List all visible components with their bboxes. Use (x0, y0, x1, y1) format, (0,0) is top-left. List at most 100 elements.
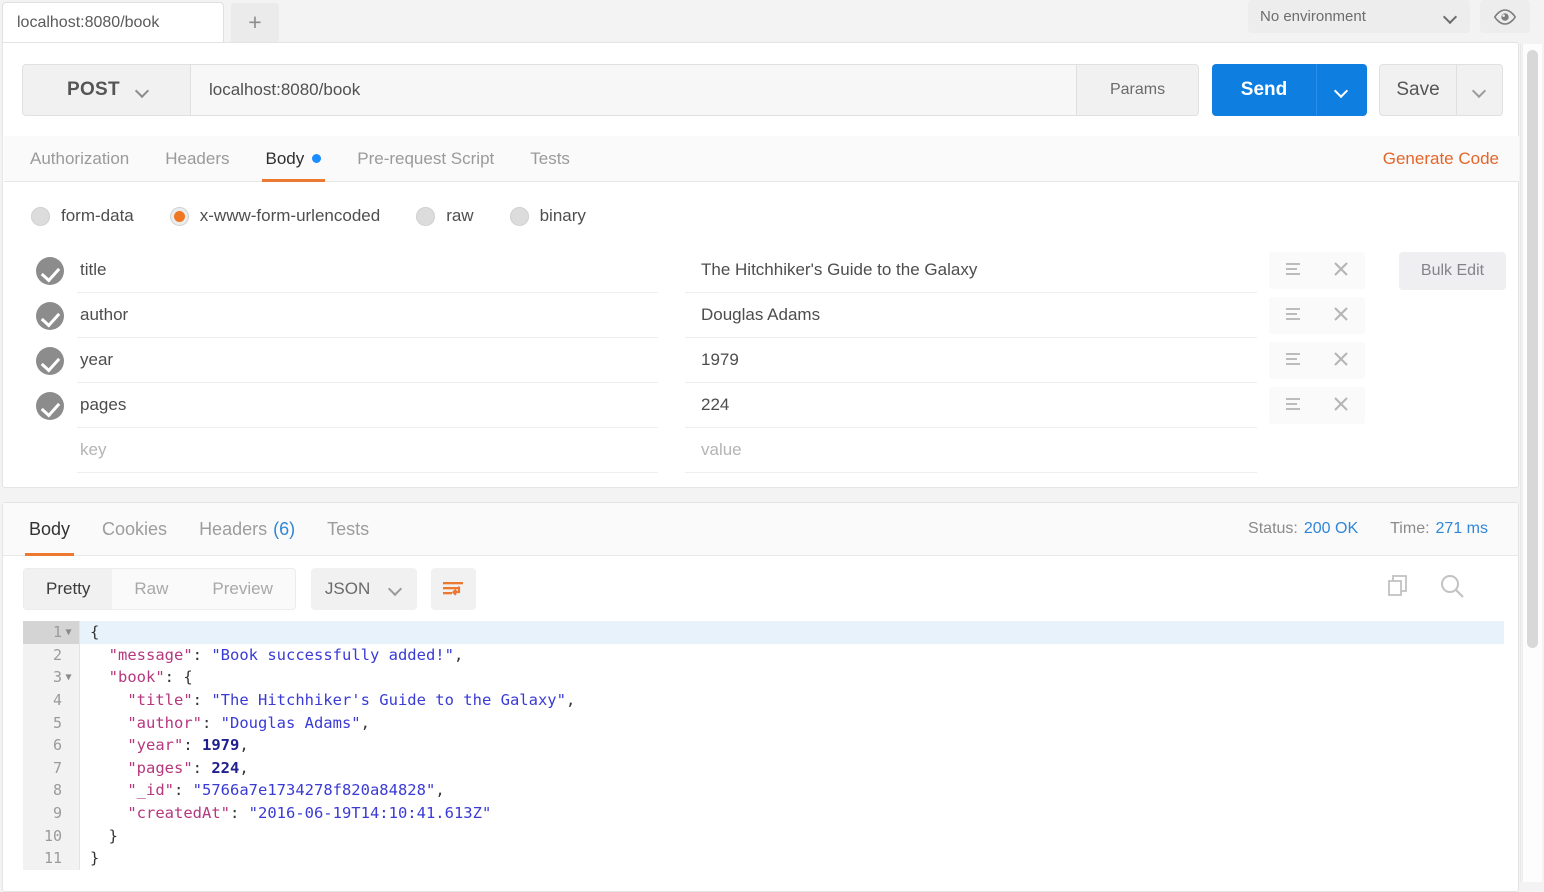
response-tab-headers[interactable]: Headers (6) (183, 503, 311, 556)
code-token: "Douglas Adams" (221, 714, 361, 732)
param-key-input[interactable]: pages (77, 383, 658, 428)
body-type-urlencoded[interactable]: x-www-form-urlencoded (170, 206, 380, 226)
time-value: 271 ms (1436, 520, 1488, 538)
generate-code-label: Generate Code (1383, 149, 1499, 168)
fold-toggle-icon[interactable]: ▼ (62, 672, 75, 683)
code-token: , (566, 691, 575, 709)
response-actions (1386, 572, 1466, 605)
code-token (90, 714, 127, 732)
reorder-handle-icon[interactable] (1284, 351, 1302, 370)
response-tab-body[interactable]: Body (13, 503, 86, 556)
request-tab[interactable]: localhost:8080/book (2, 2, 224, 42)
new-tab-button[interactable]: + (231, 3, 279, 42)
line-number: 3▼ (23, 666, 79, 689)
environment-quick-look-button[interactable] (1480, 0, 1530, 33)
tab-headers[interactable]: Headers (147, 136, 247, 182)
table-row: year 1979 (22, 338, 1502, 383)
environment-selector[interactable]: No environment (1248, 0, 1470, 33)
fold-toggle-icon[interactable]: ▼ (62, 627, 75, 638)
code-line: 9▼ "createdAt": "2016-06-19T14:10:41.613… (23, 802, 1504, 825)
code-line: 8▼ "_id": "5766a7e1734278f820a84828", (23, 779, 1504, 802)
view-mode-preview[interactable]: Preview (190, 569, 294, 609)
search-button[interactable] (1438, 572, 1466, 605)
code-token: 224 (211, 759, 239, 777)
code-line: 7▼ "pages": 224, (23, 757, 1504, 780)
tab-tests[interactable]: Tests (512, 136, 588, 182)
response-body-code[interactable]: 1▼{2▼ "message": "Book successfully adde… (23, 621, 1504, 891)
param-key-input[interactable]: title (77, 248, 658, 293)
view-mode-label: Raw (134, 579, 168, 599)
delete-row-icon[interactable] (1332, 350, 1350, 372)
body-type-raw[interactable]: raw (416, 206, 473, 226)
tab-label: Body (266, 149, 305, 169)
tab-body[interactable]: Body (248, 136, 340, 182)
param-key-input[interactable]: year (77, 338, 658, 383)
checkbox-checked-icon[interactable] (36, 302, 64, 330)
url-input[interactable]: localhost:8080/book (191, 64, 1077, 116)
checkbox-checked-icon[interactable] (36, 257, 64, 285)
params-button[interactable]: Params (1077, 64, 1199, 116)
http-method-label: POST (67, 79, 120, 101)
page-scrollbar[interactable] (1522, 44, 1542, 882)
checkbox-checked-icon[interactable] (36, 392, 64, 420)
code-token: , (435, 781, 444, 799)
code-token: , (239, 736, 248, 754)
response-tab-tests[interactable]: Tests (311, 503, 385, 556)
tab-label: Pre-request Script (357, 149, 494, 169)
param-key-input[interactable]: author (77, 293, 658, 338)
delete-row-icon[interactable] (1332, 305, 1350, 327)
view-mode-raw[interactable]: Raw (112, 569, 190, 609)
response-format-selector[interactable]: JSON (311, 568, 417, 610)
code-token: "message" (109, 646, 193, 664)
response-tab-cookies[interactable]: Cookies (86, 503, 183, 556)
code-token: : (174, 781, 193, 799)
time-badge: Time: 271 ms (1390, 520, 1488, 538)
reorder-handle-icon[interactable] (1284, 261, 1302, 280)
row-actions (1269, 342, 1365, 379)
reorder-handle-icon[interactable] (1284, 396, 1302, 415)
save-options-button[interactable] (1457, 64, 1503, 116)
code-token (90, 804, 127, 822)
param-value-input[interactable]: 224 (685, 383, 1257, 428)
scrollbar-thumb[interactable] (1527, 50, 1538, 648)
send-options-button[interactable] (1316, 64, 1367, 116)
status-value: 200 OK (1304, 520, 1358, 538)
code-line-source: "createdAt": "2016-06-19T14:10:41.613Z" (79, 802, 1504, 825)
line-number: 10▼ (23, 824, 79, 847)
send-button[interactable]: Send (1212, 64, 1316, 116)
reorder-handle-icon[interactable] (1284, 306, 1302, 325)
body-type-form-data[interactable]: form-data (31, 206, 134, 226)
param-key-input[interactable]: key (77, 428, 658, 473)
view-mode-pretty[interactable]: Pretty (24, 569, 112, 609)
body-type-label: binary (540, 206, 586, 226)
generate-code-link[interactable]: Generate Code (1383, 149, 1499, 169)
word-wrap-button[interactable] (431, 568, 476, 610)
response-format-label: JSON (325, 579, 370, 599)
line-number-label: 6 (53, 736, 62, 754)
code-token: "Book successfully added!" (211, 646, 454, 664)
column-gap (658, 383, 685, 428)
table-row: pages 224 (22, 383, 1502, 428)
tab-authorization[interactable]: Authorization (12, 136, 147, 182)
http-method-selector[interactable]: POST (22, 64, 191, 116)
param-value-input[interactable]: value (685, 428, 1257, 473)
code-token: : (193, 646, 212, 664)
body-type-binary[interactable]: binary (510, 206, 586, 226)
save-button[interactable]: Save (1379, 64, 1457, 116)
param-value-input[interactable]: 1979 (685, 338, 1257, 383)
checkbox-checked-icon[interactable] (36, 347, 64, 375)
save-label: Save (1396, 79, 1439, 101)
param-value-input[interactable]: Douglas Adams (685, 293, 1257, 338)
code-token: , (454, 646, 463, 664)
tab-label: Tests (530, 149, 570, 169)
tab-label: Headers (199, 519, 267, 540)
copy-button[interactable] (1386, 573, 1412, 604)
delete-row-icon[interactable] (1332, 395, 1350, 417)
delete-row-icon[interactable] (1332, 260, 1350, 282)
param-value-input[interactable]: The Hitchhiker's Guide to the Galaxy (685, 248, 1257, 293)
tab-pre-request-script[interactable]: Pre-request Script (339, 136, 512, 182)
tab-label: Cookies (102, 519, 167, 540)
code-token: "5766a7e1734278f820a84828" (193, 781, 436, 799)
code-line-source: "_id": "5766a7e1734278f820a84828", (79, 779, 1504, 802)
code-token (90, 736, 127, 754)
